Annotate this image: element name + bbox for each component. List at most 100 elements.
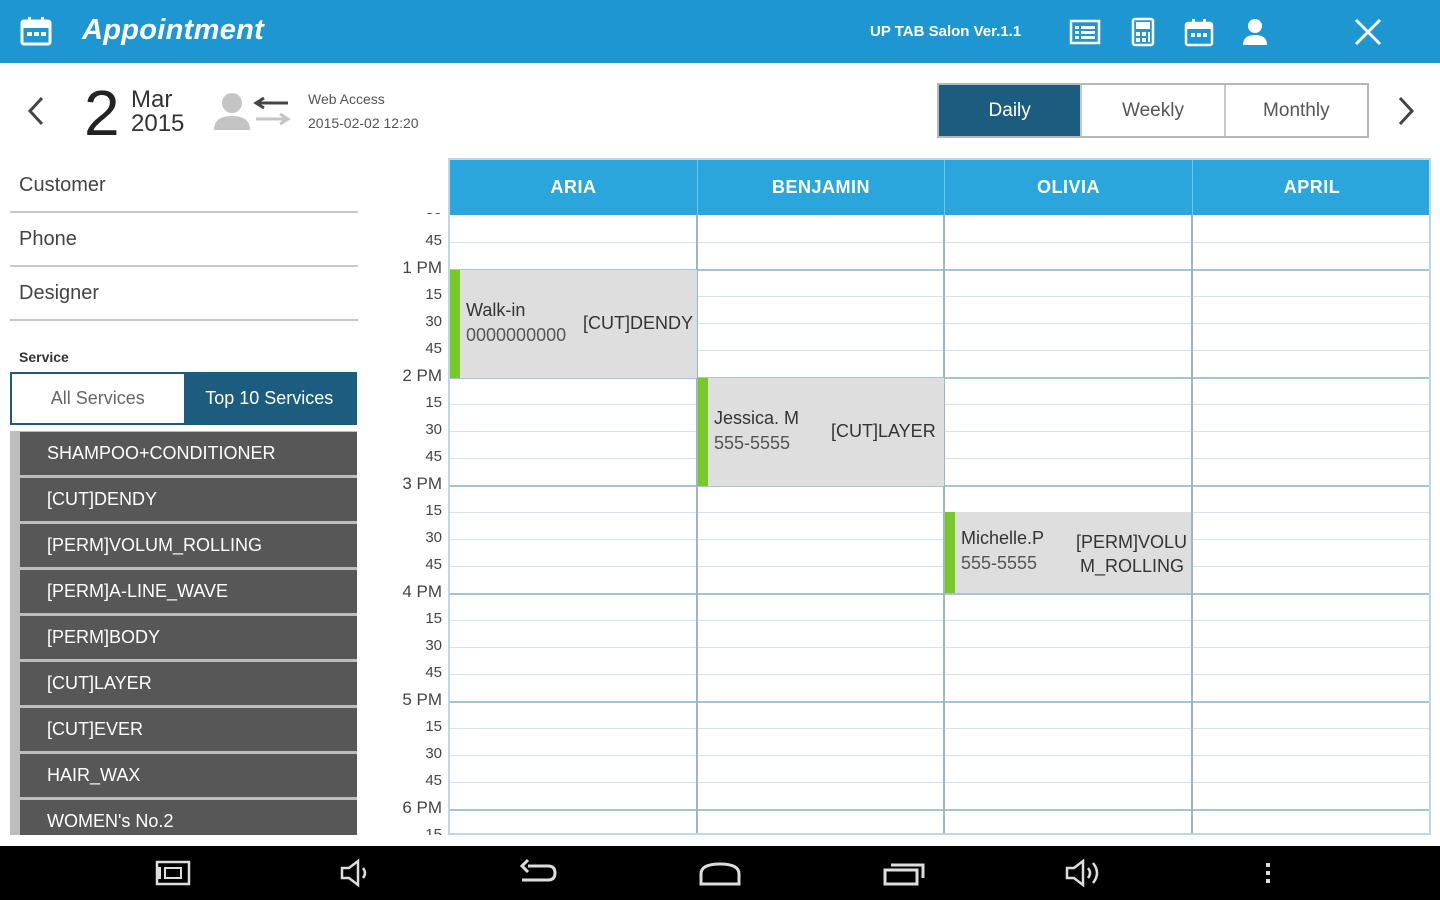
time-label: 5 PM	[402, 690, 442, 709]
appointment-phone: 555-5555	[714, 433, 791, 453]
time-label: 45	[425, 772, 442, 789]
time-label: 4 PM	[402, 582, 442, 601]
date-year: 2015	[131, 110, 185, 137]
time-label: 45	[425, 232, 442, 249]
appointment-service: [CUT]DENDY	[583, 313, 694, 333]
quarter-gridline	[450, 511, 1429, 513]
list-item[interactable]: [PERM]VOLUM_ROLLING	[20, 524, 357, 567]
designer-header-row: ARIA BENJAMIN OLIVIA APRIL	[450, 160, 1429, 215]
appointment-name: Michelle.P	[961, 528, 1045, 548]
list-item[interactable]: SHAMPOO+CONDITIONER	[20, 432, 357, 475]
time-label: 30	[425, 529, 442, 546]
web-access-time: 2015-02-02 12:20	[308, 115, 419, 131]
service-toggle: All Services Top 10 Services	[10, 372, 357, 425]
calendar-icon	[20, 17, 52, 46]
overflow-menu-icon[interactable]	[1258, 858, 1278, 888]
view-toggle: Daily Weekly Monthly	[937, 83, 1369, 138]
tab-all-services[interactable]: All Services	[12, 374, 184, 423]
tab-weekly[interactable]: Weekly	[1080, 85, 1223, 136]
volume-down-icon[interactable]	[338, 858, 374, 888]
service-list[interactable]: SHAMPOO+CONDITIONER [CUT]DENDY [PERM]VOL…	[10, 431, 357, 835]
time-label: 45	[425, 340, 442, 357]
sync-icon[interactable]	[212, 90, 292, 132]
list-item[interactable]: HAIR_WAX	[20, 754, 357, 797]
appointment-service-line: M_ROLLING	[1080, 556, 1185, 576]
time-label: 15	[425, 286, 442, 303]
phone-field[interactable]: Phone	[10, 213, 358, 267]
appointment-service: [PERM]VOLU M_ROLLING	[1076, 530, 1187, 578]
quarter-gridline	[450, 565, 1429, 567]
person-icon[interactable]	[1239, 16, 1271, 48]
list-item[interactable]: [PERM]A-LINE_WAVE	[20, 570, 357, 613]
quarter-gridline	[450, 619, 1429, 621]
home-icon[interactable]	[698, 858, 742, 888]
tab-monthly[interactable]: Monthly	[1223, 85, 1367, 136]
schedule-grid[interactable]: ARIA BENJAMIN OLIVIA APRIL Walk-in 00000…	[448, 158, 1431, 835]
time-label: 45	[425, 556, 442, 573]
appointment-phone: 0000000000	[466, 325, 567, 345]
time-label: 1 PM	[402, 258, 442, 277]
list-item[interactable]: [CUT]LAYER	[20, 662, 357, 705]
time-column: 30 45 1 PM 15 30 45 2 PM 15 30 45 3 PM 1…	[380, 213, 442, 835]
customer-field[interactable]: Customer	[10, 159, 358, 213]
time-label: 15	[425, 610, 442, 627]
appointment-name: Walk-in	[466, 300, 526, 320]
calendar-icon[interactable]	[1183, 16, 1215, 48]
chevron-left-icon[interactable]	[22, 92, 52, 130]
hour-gridline	[450, 592, 1429, 595]
designer-column-benjamin[interactable]: BENJAMIN	[697, 160, 944, 215]
volume-up-icon[interactable]	[1064, 858, 1104, 888]
tab-daily[interactable]: Daily	[939, 85, 1081, 136]
appointment-service-line: [PERM]VOLU	[1076, 532, 1188, 552]
system-nav-bar	[0, 846, 1440, 900]
close-icon[interactable]	[1350, 14, 1386, 50]
chevron-right-icon[interactable]	[1390, 92, 1420, 130]
time-label: 30	[425, 213, 442, 218]
recent-apps-icon[interactable]	[882, 858, 926, 888]
list-item[interactable]: WOMEN's No.2	[20, 800, 357, 835]
appointment-name: Jessica. M	[714, 408, 800, 428]
date-month: Mar	[131, 86, 173, 113]
quarter-gridline	[450, 538, 1429, 540]
list-icon[interactable]	[1069, 16, 1101, 48]
time-label: 15	[425, 718, 442, 735]
time-label: 15	[425, 502, 442, 519]
back-icon[interactable]	[518, 858, 558, 888]
tab-top-10-services[interactable]: Top 10 Services	[183, 374, 355, 423]
list-item[interactable]: [PERM]BODY	[20, 616, 357, 659]
time-label: 45	[425, 448, 442, 465]
designer-column-olivia[interactable]: OLIVIA	[944, 160, 1192, 215]
quarter-gridline	[450, 241, 1429, 243]
time-label: 2 PM	[402, 366, 442, 385]
quarter-gridline	[450, 754, 1429, 756]
designer-column-aria[interactable]: ARIA	[450, 160, 697, 215]
column-divider	[1191, 215, 1193, 833]
hour-gridline	[450, 808, 1429, 811]
time-label: 6 PM	[402, 798, 442, 817]
time-label: 15	[425, 394, 442, 411]
appointment-service: [CUT]LAYER	[831, 421, 936, 441]
appointment-phone: 555-5555	[961, 553, 1038, 573]
schedule-body[interactable]: Walk-in 0000000000 [CUT]DENDY Jessica. M…	[450, 215, 1429, 833]
app-version: UP TAB Salon Ver.1.1	[870, 23, 1022, 40]
service-label: Service	[19, 349, 69, 365]
designer-column-april[interactable]: APRIL	[1192, 160, 1429, 215]
quarter-gridline	[450, 673, 1429, 675]
list-item[interactable]: [CUT]EVER	[20, 708, 357, 751]
appointment-card[interactable]: Walk-in 0000000000 [CUT]DENDY	[450, 270, 697, 378]
list-item[interactable]: [CUT]DENDY	[20, 478, 357, 521]
top-bar: Appointment UP TAB Salon Ver.1.1	[0, 0, 1440, 63]
time-label: 45	[425, 664, 442, 681]
quarter-gridline	[450, 781, 1429, 783]
time-label: 15	[425, 826, 442, 835]
appointment-card[interactable]: Michelle.P 555-5555 [PERM]VOLU M_ROLLING	[945, 512, 1191, 593]
screenshot-icon[interactable]	[155, 858, 191, 888]
designer-field[interactable]: Designer	[10, 267, 358, 321]
web-access-label: Web Access	[308, 91, 385, 107]
page-title: Appointment	[82, 14, 265, 46]
quarter-gridline	[450, 727, 1429, 729]
time-label: 30	[425, 313, 442, 330]
appointment-card[interactable]: Jessica. M 555-5555 [CUT]LAYER	[698, 378, 944, 486]
quarter-gridline	[450, 646, 1429, 648]
calculator-icon[interactable]	[1127, 16, 1159, 48]
